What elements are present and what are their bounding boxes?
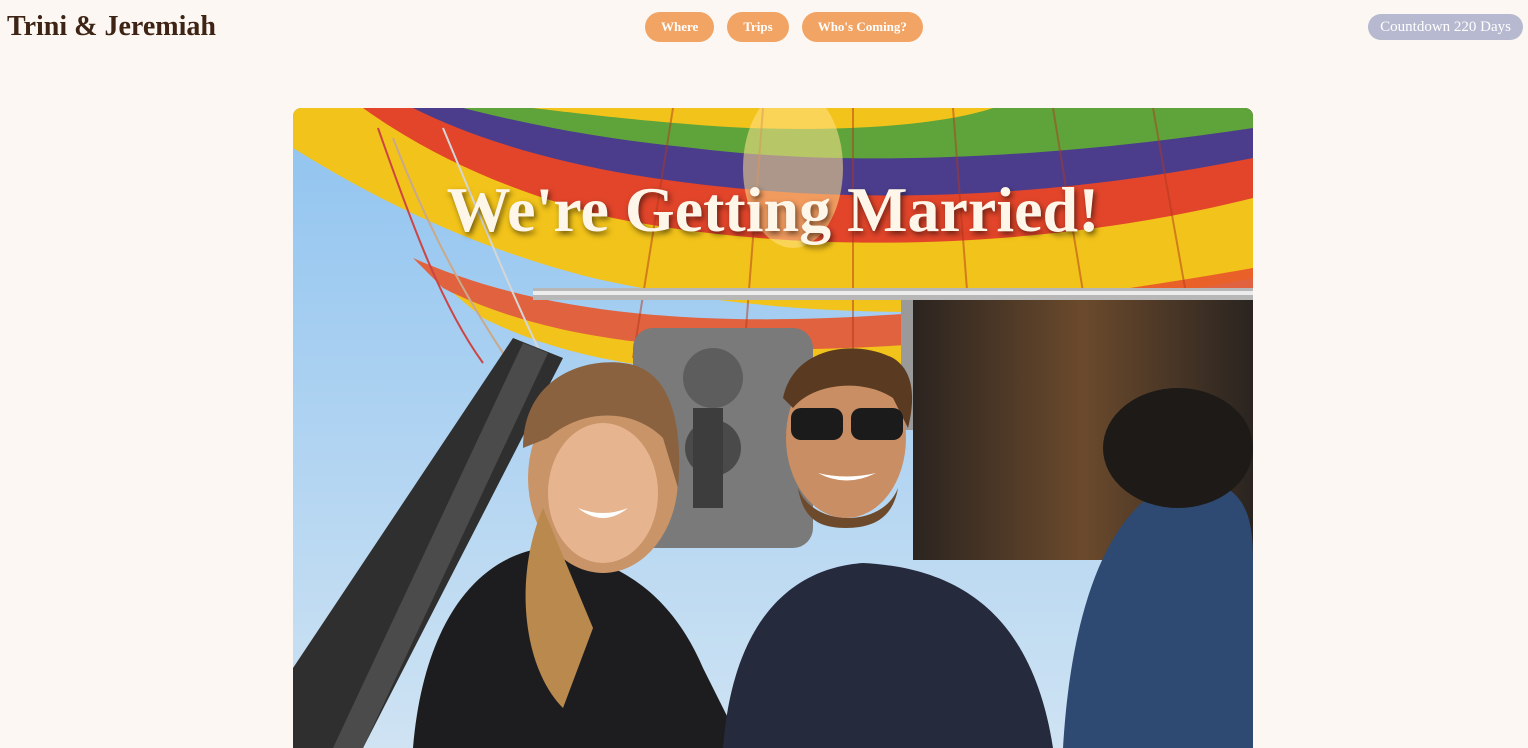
main-nav: Where Trips Who's Coming?	[645, 12, 923, 42]
hero-heading: We're Getting Married!	[446, 174, 1100, 245]
site-title[interactable]: Trini & Jeremiah	[7, 10, 216, 44]
nav-where-button[interactable]: Where	[645, 12, 715, 42]
nav-trips-button[interactable]: Trips	[727, 12, 789, 42]
hero-banner: We're Getting Married!	[293, 108, 1253, 748]
countdown-badge: Countdown 220 Days	[1368, 14, 1523, 40]
nav-whos-coming-button[interactable]: Who's Coming?	[801, 12, 923, 42]
site-header: Trini & Jeremiah Where Trips Who's Comin…	[0, 0, 1528, 56]
